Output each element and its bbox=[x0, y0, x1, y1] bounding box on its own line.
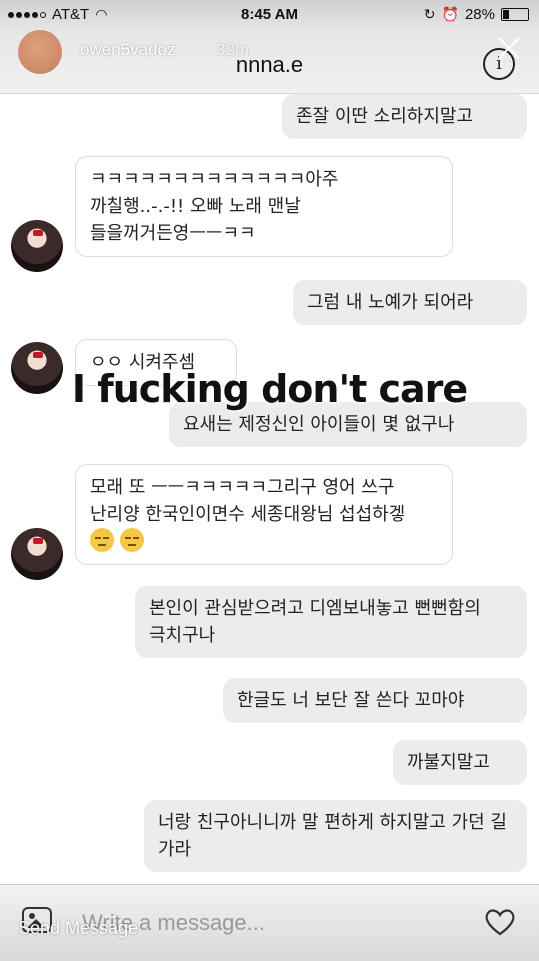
message-text: 너랑 친구아니니까 말 편하게 하지말고 가던 길 가라 bbox=[158, 812, 507, 860]
message-text: 한글도 너 보단 잘 쓴다 꼬마야 bbox=[237, 690, 465, 711]
message-text: 본인이 관심받으려고 디엠보내놓고 뻔뻔함의 극치구나 bbox=[149, 598, 481, 646]
message-bubble: 한글도 너 보단 잘 쓴다 꼬마야 bbox=[223, 678, 527, 723]
message-composer: Send Message bbox=[0, 884, 539, 961]
status-right: ↻ ⏰ 28% bbox=[424, 6, 529, 23]
heart-icon[interactable] bbox=[483, 907, 517, 937]
message-bubble: 본인이 관심받으려고 디엠보내놓고 뻔뻔함의 극치구나 bbox=[135, 586, 527, 658]
message-bubble: ㅋㅋㅋㅋㅋㅋㅋㅋㅋㅋㅋㅋㅋ아주 까칠행..-.-!! 오빠 노래 맨날 들을꺼거… bbox=[75, 156, 453, 257]
chat-title[interactable]: nnna.e bbox=[0, 52, 539, 78]
message-bubble: 그럼 내 노예가 되어라 bbox=[293, 280, 527, 325]
rotation-lock-icon: ↻ bbox=[423, 6, 436, 22]
message-text: 까불지말고 bbox=[407, 752, 490, 773]
story-caption: I fucking don't care bbox=[71, 367, 468, 411]
message-text: 요새는 제정신인 아이들이 몇 없구나 bbox=[183, 414, 455, 435]
expressionless-emoji-icon bbox=[90, 528, 114, 552]
close-icon[interactable] bbox=[497, 36, 521, 60]
send-message-button[interactable]: Send Message bbox=[18, 918, 138, 939]
message-bubble: 존잘 이딴 소리하지말고 bbox=[282, 94, 527, 139]
story-header: owen5vadoz 32m nnna.e i bbox=[0, 30, 539, 94]
expressionless-emoji-icon bbox=[120, 528, 144, 552]
message-text: 그럼 내 노예가 되어라 bbox=[307, 292, 474, 313]
message-bubble: 까불지말고 bbox=[393, 740, 527, 785]
battery-icon bbox=[501, 8, 529, 21]
message-text: 모래 또 ㅡㅡㅋㅋㅋㅋㅋ그리구 영어 쓰구 난리양 한국인이면수 세종대왕님 섭… bbox=[90, 477, 406, 525]
battery-percent: 28% bbox=[464, 6, 495, 23]
message-bubble: 너랑 친구아니니까 말 편하게 하지말고 가던 길 가라 bbox=[144, 800, 527, 872]
message-bubble: 모래 또 ㅡㅡㅋㅋㅋㅋㅋ그리구 영어 쓰구 난리양 한국인이면수 세종대왕님 섭… bbox=[75, 464, 453, 565]
message-text: 존잘 이딴 소리하지말고 bbox=[296, 106, 474, 127]
message-text: ㅋㅋㅋㅋㅋㅋㅋㅋㅋㅋㅋㅋㅋ아주 까칠행..-.-!! 오빠 노래 맨날 들을꺼거… bbox=[90, 169, 339, 244]
status-bar: AT&T ◠ 8:45 AM ↻ ⏰ 28% bbox=[0, 0, 539, 30]
alarm-icon: ⏰ bbox=[441, 6, 459, 22]
avatar[interactable] bbox=[11, 528, 63, 580]
chat-thread: 존잘 이딴 소리하지말고 ㅋㅋㅋㅋㅋㅋㅋㅋㅋㅋㅋㅋㅋ아주 까칠행..-.-!! … bbox=[0, 94, 539, 884]
avatar[interactable] bbox=[11, 220, 63, 272]
